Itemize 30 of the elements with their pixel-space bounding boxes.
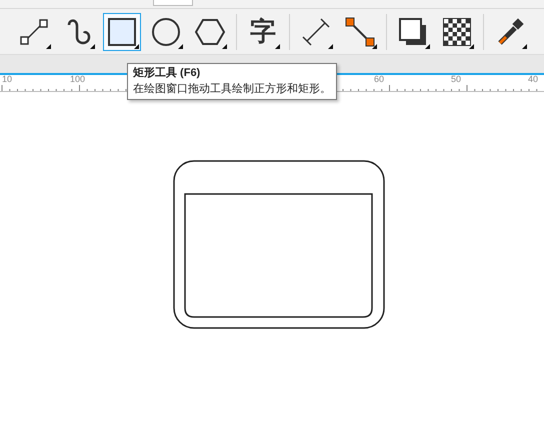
ruler-label: 100 [70, 75, 86, 84]
flyout-corner-icon [178, 44, 183, 48]
hexagon-tool-icon [195, 16, 225, 46]
input-field[interactable] [153, 0, 193, 6]
flyout-corner-icon [425, 44, 430, 48]
ruler-label: 60 [374, 75, 384, 84]
checkerboard-tool-icon [442, 16, 472, 46]
tooltip-description: 在绘图窗口拖动工具绘制正方形和矩形。 [133, 82, 331, 97]
ellipse-tool-icon [151, 16, 181, 46]
rectangle-tool-icon [107, 16, 137, 46]
connector-tool-icon [345, 16, 375, 46]
flyout-corner-icon [522, 44, 527, 48]
line-tool-icon [19, 16, 49, 46]
ruler-label: 10 [2, 75, 12, 84]
ruler-label: 50 [451, 75, 462, 84]
flyout-corner-icon [134, 44, 139, 48]
flyout-corner-icon [372, 44, 377, 48]
flyout-corner-icon [46, 44, 51, 48]
flyout-corner-icon [90, 44, 95, 48]
flyout-corner-icon [222, 44, 227, 48]
tooltip-title: 矩形工具 (F6) [133, 66, 202, 81]
dimension-tool-icon [301, 16, 331, 46]
tool-button[interactable]: 字 [244, 12, 282, 50]
flyout-corner-icon [328, 44, 333, 48]
ruler-label: 40 [528, 75, 538, 84]
flyout-corner-icon [275, 44, 280, 48]
text-tool-icon: 字 [250, 18, 276, 44]
flyout-corner-icon [469, 44, 474, 48]
drop-shadow-tool-icon [398, 16, 428, 46]
tool-button[interactable] [103, 12, 141, 50]
